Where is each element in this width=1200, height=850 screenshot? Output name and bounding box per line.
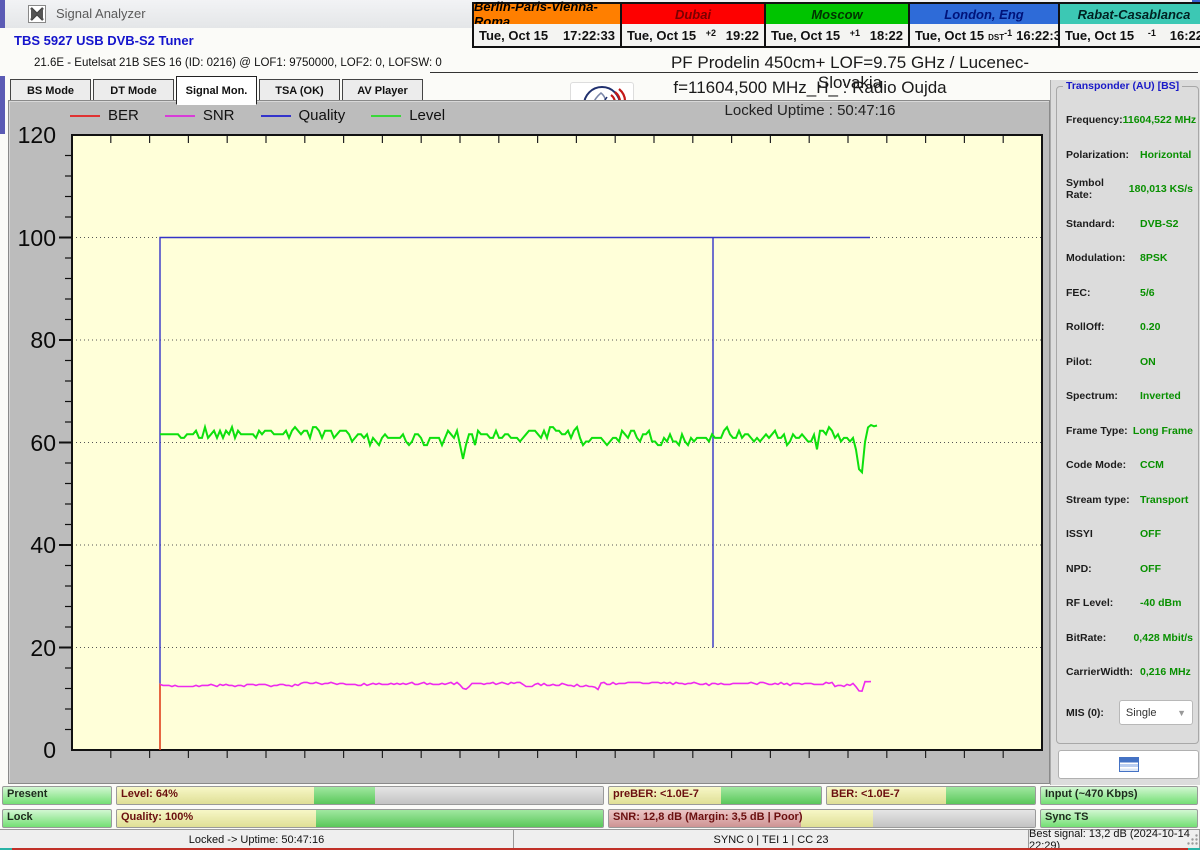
clock-time: Tue, Oct 15+219:22 — [622, 24, 764, 46]
tuner-name: TBS 5927 USB DVB-S2 Tuner — [14, 33, 194, 48]
header-divider — [430, 72, 1198, 73]
tp-row-fec: FEC:5/6 — [1066, 276, 1193, 311]
tp-row-polarization: Polarization:Horizontal — [1066, 138, 1193, 173]
bar-seg-green — [314, 787, 375, 804]
legend-swatch-level — [371, 115, 401, 117]
bar-seg-gray — [873, 810, 1035, 827]
bar-seg-green — [721, 787, 821, 804]
tp-row-frequency: Frequency:11604,522 MHz — [1066, 103, 1193, 138]
tp-row-frame-type: Frame Type:Long Frame — [1066, 414, 1193, 449]
chevron-down-icon: ▼ — [1177, 708, 1186, 718]
clock-rabat-casablanca: Rabat-CasablancaTue, Oct 15-116:22 — [1060, 4, 1200, 46]
clock-city-label: Moscow — [766, 4, 908, 24]
legend-snr: SNR — [165, 107, 235, 124]
tp-row-rf-level: RF Level:-40 dBm — [1066, 586, 1193, 621]
tp-row-spectrum: Spectrum:Inverted — [1066, 379, 1193, 414]
stream-list-button[interactable] — [1058, 750, 1199, 779]
window-title: Signal Analyzer — [56, 6, 146, 21]
legend-swatch-quality — [261, 115, 291, 117]
transponder-groupbox: Transponder (AU) [BS] Frequency:11604,52… — [1056, 86, 1199, 744]
signal-bars-row-2: LockQuality: 100%SNR: 12,8 dB (Margin: 3… — [2, 809, 1198, 828]
clock-city-label: Dubai — [622, 4, 764, 24]
legend-ber: BER — [70, 107, 139, 124]
bar-seg-yellow — [801, 810, 873, 827]
clock-city-label: Rabat-Casablanca — [1060, 4, 1200, 24]
tp-row-standard: Standard:DVB-S2 — [1066, 207, 1193, 242]
tp-row-pilot: Pilot:ON — [1066, 345, 1193, 380]
tp-row-issyi: ISSYIOFF — [1066, 517, 1193, 552]
bar-quality-100: Quality: 100% — [116, 809, 604, 828]
tp-row-npd: NPD:OFF — [1066, 552, 1193, 587]
frequency-info: f=11604,500 MHz_H_ : Radio Oujda — [610, 78, 1010, 98]
bar-seg-gray — [375, 787, 603, 804]
resize-grip[interactable] — [1186, 833, 1199, 846]
legend-quality: Quality — [261, 107, 346, 124]
bar-present: Present — [2, 786, 112, 805]
status-bar: Locked -> Uptime: 50:47:16SYNC 0 | TEI 1… — [0, 829, 1200, 849]
legend-level: Level — [371, 107, 445, 124]
tp-row-code-mode: Code Mode:CCM — [1066, 448, 1193, 483]
clock-time: Tue, Oct 15DST-116:22:33 — [910, 24, 1058, 46]
tp-row-rolloff: RollOff:0.20 — [1066, 310, 1193, 345]
tp-row-symbol-rate: Symbol Rate:180,013 KS/s — [1066, 172, 1193, 207]
clock-moscow: MoscowTue, Oct 15+118:22 — [766, 4, 908, 46]
bar-lock: Lock — [2, 809, 112, 828]
bar-input-470-kbps: Input (~470 Kbps) — [1040, 786, 1198, 805]
bar-level-64: Level: 64% — [116, 786, 604, 805]
chart-legend: BER SNR Quality Level — [70, 107, 445, 124]
clock-time: Tue, Oct 15-116:22 — [1060, 24, 1200, 46]
status-cell-2: SYNC 0 | TEI 1 | CC 23 — [514, 830, 1029, 849]
legend-swatch-ber — [70, 115, 100, 117]
tp-row-carrierwidth: CarrierWidth:0,216 MHz — [1066, 655, 1193, 690]
clock-dubai: DubaiTue, Oct 15+219:22 — [622, 4, 764, 46]
signal-analyzer-window: Signal Analyzer Berlin-Paris-Vienna-Roma… — [0, 0, 1200, 850]
window-border-left-top — [0, 0, 5, 28]
window-border-left-mid — [0, 76, 5, 134]
bar-seg-green — [316, 810, 603, 827]
status-cell-3: Best signal: 13,2 dB (2024-10-14 22:29) — [1029, 830, 1200, 849]
tp-row-bitrate: BitRate:0,428 Mbit/s — [1066, 621, 1193, 656]
tuner-details: 21.6E - Eutelsat 21B SES 16 (ID: 0216) @… — [34, 57, 442, 69]
tp-row-stream-type: Stream type:Transport — [1066, 483, 1193, 518]
bar-ber-1-0e-7: BER: <1.0E-7 — [826, 786, 1036, 805]
bar-sync-ts: Sync TS — [1040, 809, 1198, 828]
status-cell-1: Locked -> Uptime: 50:47:16 — [0, 830, 514, 849]
signal-bars-row-1: PresentLevel: 64%preBER: <1.0E-7BER: <1.… — [2, 786, 1198, 805]
transponder-title: Transponder (AU) [BS] — [1063, 80, 1182, 92]
clock-berlin-paris-vienna-roma: Berlin-Paris-Vienna-RomaTue, Oct 1517:22… — [474, 4, 620, 46]
app-icon — [28, 5, 46, 23]
mis-row: MIS (0):Single▼ — [1066, 696, 1193, 731]
world-clocks: Berlin-Paris-Vienna-RomaTue, Oct 1517:22… — [472, 2, 1200, 48]
bar-seg-green — [946, 787, 1035, 804]
tp-row-modulation: Modulation:8PSK — [1066, 241, 1193, 276]
clock-city-label: London, Eng — [910, 4, 1058, 24]
bar-snr-12-8-db-margin-3-5-db-poor: SNR: 12,8 dB (Margin: 3,5 dB | Poor) — [608, 809, 1036, 828]
list-icon — [1119, 757, 1139, 772]
clock-london-eng: London, EngTue, Oct 15DST-116:22:33 — [910, 4, 1058, 46]
clock-time: Tue, Oct 15+118:22 — [766, 24, 908, 46]
clock-city-label: Berlin-Paris-Vienna-Roma — [474, 4, 620, 24]
tab-signal-mon[interactable]: Signal Mon. — [176, 76, 257, 105]
clock-time: Tue, Oct 1517:22:33 — [474, 24, 620, 46]
transponder-rows: Frequency:11604,522 MHzPolarization:Hori… — [1066, 103, 1193, 730]
locked-uptime: Locked Uptime : 50:47:16 — [610, 102, 1010, 119]
legend-swatch-snr — [165, 115, 195, 117]
mis-select[interactable]: Single▼ — [1119, 700, 1193, 725]
bar-preber-1-0e-7: preBER: <1.0E-7 — [608, 786, 822, 805]
